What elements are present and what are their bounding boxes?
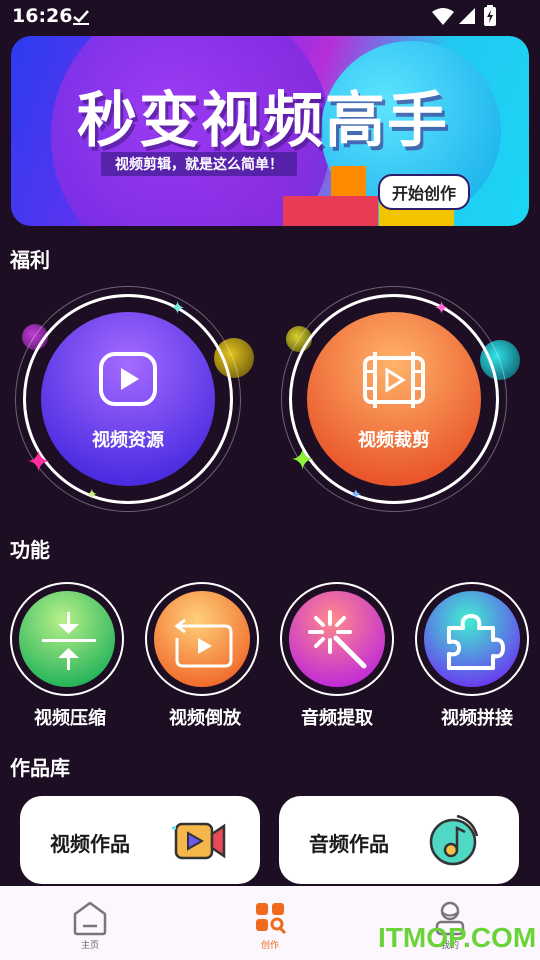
sparkle-icon: ✦ (434, 298, 450, 319)
download-complete-icon (73, 10, 89, 25)
status-bar: 16:26 (0, 0, 540, 34)
video-resources-label: 视频资源 (92, 430, 164, 451)
sparkle-icon: ✦ (170, 298, 186, 319)
create-icon (256, 903, 287, 935)
audio-extract-label: 音频提取 (301, 708, 373, 729)
section-title-works: 作品库 (10, 756, 70, 780)
battery-icon (484, 5, 496, 26)
music-note-icon (429, 814, 479, 866)
video-crop-label: 视频裁剪 (358, 430, 430, 451)
home-icon (73, 901, 107, 936)
banner-title: 秒变视频高手 (77, 86, 449, 156)
video-splice-button[interactable] (415, 582, 529, 696)
video-resources-button[interactable]: 视频资源 (41, 312, 215, 486)
video-reverse-label: 视频倒放 (169, 708, 241, 729)
film-crop-icon (363, 352, 425, 408)
audio-works-label: 音频作品 (309, 832, 389, 856)
section-title-functions: 功能 (10, 538, 50, 562)
start-creating-button[interactable]: 开始创作 (378, 174, 471, 210)
puzzle-icon (447, 614, 505, 670)
status-time: 16:26 (12, 5, 73, 27)
audio-extract-button[interactable] (280, 582, 394, 696)
sparkle-icon: ✦ (290, 443, 316, 478)
video-splice-label: 视频拼接 (441, 708, 513, 729)
nav-create-label: 创作 (260, 941, 279, 951)
nav-item-create[interactable]: 创作 (180, 886, 360, 960)
play-icon (99, 352, 157, 406)
section-title-welfare: 福利 (10, 248, 50, 272)
video-camera-icon (172, 822, 226, 860)
banner-subtitle: 视频剪辑，就是这么简单！ (101, 152, 297, 176)
video-compress-button[interactable] (10, 582, 124, 696)
audio-works-card[interactable]: 音频作品 (279, 796, 519, 884)
magic-wand-icon (308, 610, 367, 669)
reverse-play-icon (174, 618, 233, 668)
sparkle-icon: ✦ (350, 487, 362, 503)
video-works-card[interactable]: 视频作品 (20, 796, 260, 884)
compress-icon (42, 612, 96, 670)
sparkle-icon: ✦ (26, 445, 52, 480)
video-reverse-button[interactable] (145, 582, 259, 696)
nav-item-home[interactable]: 主页 (0, 886, 180, 960)
signal-icon (459, 8, 475, 24)
wifi-icon (432, 8, 454, 25)
sparkle-icon: ✦ (86, 487, 98, 503)
video-compress-label: 视频压缩 (34, 708, 106, 729)
video-works-label: 视频作品 (50, 832, 130, 856)
video-crop-button[interactable]: 视频裁剪 (307, 312, 481, 486)
promo-banner[interactable]: 秒变视频高手 视频剪辑，就是这么简单！ 开始创作 (11, 36, 529, 226)
nav-home-label: 主页 (80, 941, 99, 951)
watermark: ITMOP.COM (378, 922, 537, 953)
